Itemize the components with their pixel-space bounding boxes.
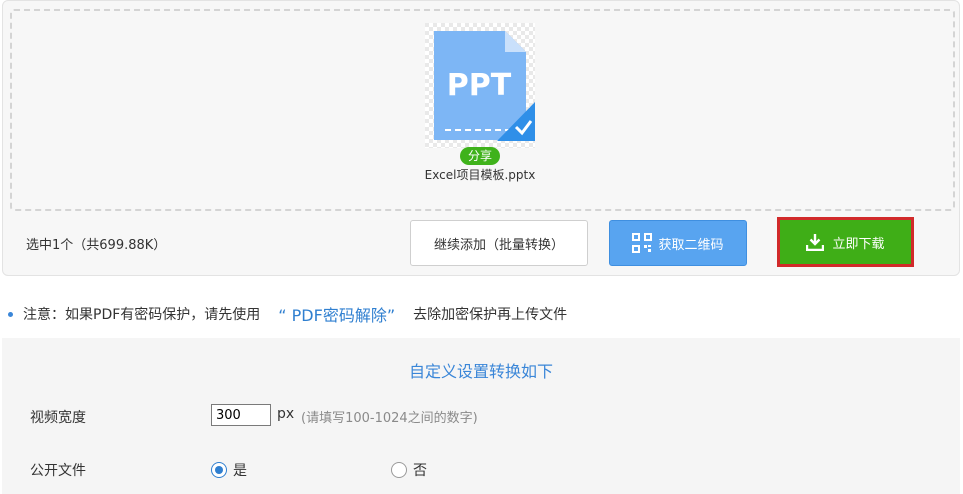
continue-add-label: 继续添加（批量转换） [433, 237, 564, 253]
public-yes-label: 是 [233, 463, 247, 479]
download-icon [806, 234, 825, 251]
notice-bullet [8, 311, 13, 317]
get-qr-code-label: 获取二维码 [658, 237, 724, 253]
ppt-file-icon[interactable]: PPT [425, 23, 535, 148]
radio-unchecked-icon [391, 462, 407, 478]
video-width-hint: (请填写100-1024之间的数字) [301, 411, 478, 426]
notice-suffix: 去除加密保护再上传文件 [413, 307, 568, 323]
radio-checked-icon [211, 462, 227, 478]
public-no-radio[interactable]: 否 [391, 460, 427, 480]
download-now-button[interactable]: 立即下载 [780, 220, 911, 264]
password-notice: 注意：如果PDF有密码保护，请先使用 “ PDF密码解除” 去除加密保护再上传文… [8, 302, 567, 326]
get-qr-code-button[interactable]: 获取二维码 [609, 220, 747, 266]
video-width-unit: px [277, 406, 295, 422]
share-badge[interactable]: 分享 [460, 147, 500, 165]
pdf-unlock-link[interactable]: “ PDF密码解除” [278, 302, 395, 326]
continue-add-button[interactable]: 继续添加（批量转换） [410, 220, 588, 266]
selection-summary: 选中1个（共699.88K） [26, 238, 167, 253]
settings-panel: 自定义设置转换如下 视频宽度 px (请填写100-1024之间的数字) 公开文… [2, 338, 960, 494]
public-no-label: 否 [413, 463, 427, 479]
video-width-label: 视频宽度 [30, 410, 86, 426]
video-width-input[interactable] [211, 404, 271, 426]
svg-text:PPT: PPT [447, 68, 512, 103]
file-name: Excel项目模板.pptx [424, 168, 536, 182]
public-yes-radio[interactable]: 是 [211, 460, 247, 480]
public-file-label: 公开文件 [30, 463, 86, 479]
settings-title: 自定义设置转换如下 [408, 362, 553, 381]
notice-prefix: 注意：如果PDF有密码保护，请先使用 [23, 307, 261, 323]
qr-code-icon [632, 233, 653, 253]
download-now-label: 立即下载 [832, 236, 885, 252]
